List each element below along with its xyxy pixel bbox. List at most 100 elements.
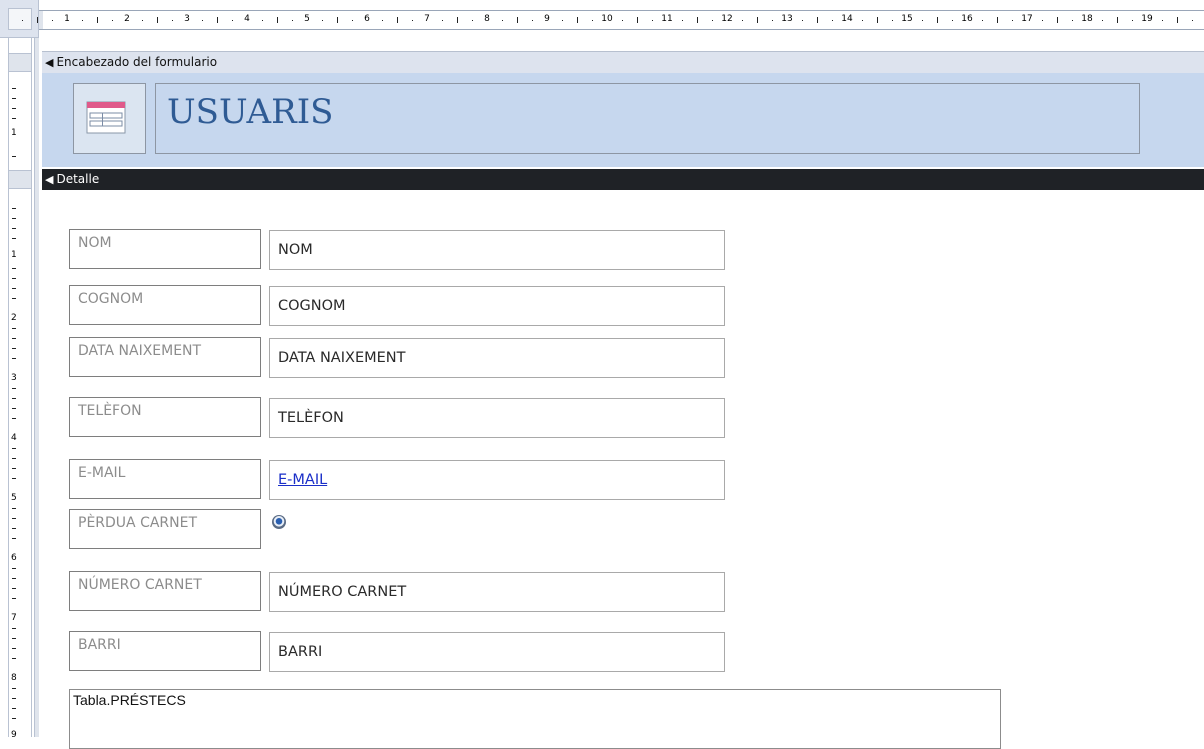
detail-section-label: Detalle [56,172,100,186]
ruler-tick [12,598,16,599]
ruler-tick [112,20,113,21]
ruler-tick [652,20,653,21]
ruler-number: 8 [11,673,17,683]
ruler-tick [12,508,16,509]
ruler-number: 6 [364,14,370,24]
label-cognom[interactable]: COGNOM [69,285,261,325]
ruler-tick [772,20,773,21]
header-section-selector[interactable] [8,53,32,72]
ruler-tick [12,208,16,209]
ruler-tick [817,17,818,23]
form-header-section-bar[interactable]: ◀ Encabezado del formulario [42,51,1204,74]
ruler-number: 16 [961,14,973,24]
detail-section-bar[interactable]: ◀ Detalle [42,169,1204,190]
field-telefon[interactable]: TELÈFON [269,398,725,438]
ruler-number: 7 [424,14,430,24]
ruler-tick [997,17,998,23]
ruler-number: 4 [244,14,250,24]
ruler-tick [12,658,16,659]
section-arrow-icon: ◀ [45,173,54,186]
ruler-corner[interactable] [0,0,39,38]
ruler-tick [12,268,16,269]
ruler-number: 9 [544,14,550,24]
ruler-number: 13 [781,14,793,24]
ruler-tick [12,398,16,399]
ruler-tick [1177,17,1178,23]
ruler-tick [12,338,16,339]
ruler-tick [97,17,98,23]
vertical-ruler-margin [34,38,39,737]
ruler-tick [37,17,38,23]
ruler-number: 4 [11,433,17,443]
label-perdua-carnet[interactable]: PÈRDUA CARNET [69,509,261,549]
ruler-tick [1057,17,1058,23]
label-telefon[interactable]: TELÈFON [69,397,261,437]
ruler-tick [562,20,563,21]
ruler-tick [12,108,16,109]
ruler-tick [712,20,713,21]
ruler-tick [592,20,593,21]
ruler-number: 11 [661,14,673,24]
ruler-tick [1192,20,1193,21]
field-cognom[interactable]: COGNOM [269,286,725,326]
ruler-tick [52,20,53,21]
detail-section-selector[interactable] [8,170,32,189]
ruler-tick [832,20,833,21]
ruler-tick [892,20,893,21]
ruler-number: 2 [124,14,130,24]
ruler-tick [757,17,758,23]
ruler-tick [12,458,16,459]
field-email[interactable]: E-MAIL [269,460,725,500]
ruler-tick [12,528,16,529]
ruler-tick [12,218,16,219]
perdua-carnet-option[interactable] [272,515,286,529]
field-barri[interactable]: BARRI [269,632,725,672]
ruler-number: 1 [11,250,17,260]
label-barri[interactable]: BARRI [69,631,261,671]
label-numero-carnet[interactable]: NÚMERO CARNET [69,571,261,611]
ruler-tick [877,17,878,23]
ruler-number: 17 [1021,14,1033,24]
ruler-tick [1162,20,1163,21]
ruler-number: 5 [11,493,17,503]
ruler-tick [577,17,578,23]
section-arrow-icon: ◀ [45,56,54,69]
ruler-tick [12,648,16,649]
ruler-tick [12,278,16,279]
ruler-tick [12,638,16,639]
ruler-number: 3 [184,14,190,24]
ruler-number: 15 [901,14,913,24]
ruler-tick [157,17,158,23]
ruler-tick [202,20,203,21]
field-data-naixement[interactable]: DATA NAIXEMENT [269,338,725,378]
subform-prestecs[interactable]: Tabla.PRÉSTECS [69,689,1001,749]
label-nom[interactable]: NOM [69,229,261,269]
ruler-tick [457,17,458,23]
label-data-naixement[interactable]: DATA NAIXEMENT [69,337,261,377]
field-numero-carnet[interactable]: NÚMERO CARNET [269,572,725,612]
ruler-tick [12,448,16,449]
ruler-tick [922,20,923,21]
ruler-number: 8 [484,14,490,24]
form-logo[interactable] [73,83,146,154]
ruler-number: 5 [304,14,310,24]
ruler-tick [862,20,863,21]
ruler-number: 2 [11,313,17,323]
ruler-number: 14 [841,14,853,24]
ruler-tick [1117,17,1118,23]
ruler-tick [322,20,323,21]
ruler-number: 1 [11,128,17,138]
ruler-tick [502,20,503,21]
ruler-tick [12,118,16,119]
ruler-tick [982,20,983,21]
horizontal-ruler[interactable]: 1 2 3 4 5 6 7 8 9 10 11 12 13 14 15 16 17 18 19 [22,10,1204,30]
ruler-number: 6 [11,553,17,563]
ruler-tick [22,20,23,21]
form-selector[interactable] [8,8,32,30]
field-nom[interactable]: NOM [269,230,725,270]
ruler-tick [12,518,16,519]
ruler-tick [12,418,16,419]
ruler-tick [1072,20,1073,21]
label-email[interactable]: E-MAIL [69,459,261,499]
form-header-section-label: Encabezado del formulario [56,55,218,69]
